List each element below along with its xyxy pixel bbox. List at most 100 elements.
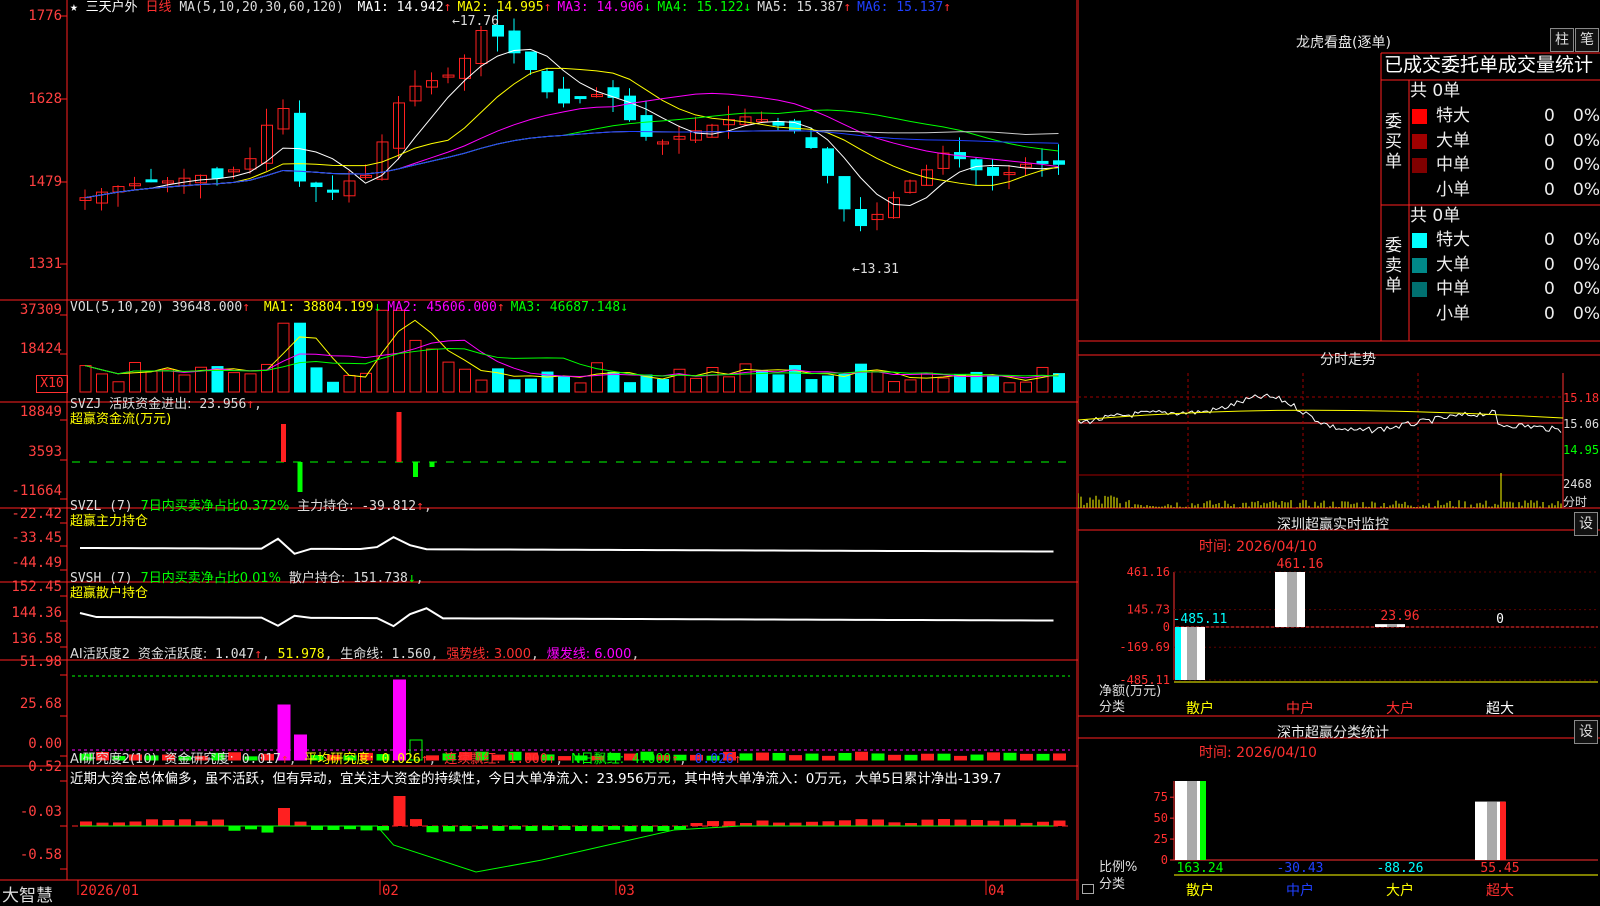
sz-settings-button[interactable]: 设 <box>1574 512 1598 536</box>
sell-row-4: 小单 0 0% <box>1410 302 1600 326</box>
vol-unit-badge[interactable]: X10 <box>36 375 68 393</box>
sell-row-3: 中单 0 0% <box>1410 277 1600 301</box>
research-line <box>80 825 1054 873</box>
research-bar <box>509 826 521 830</box>
volume-bar <box>79 365 92 393</box>
svzj-tick-3: -11664 <box>11 483 62 499</box>
candle-body <box>211 168 224 179</box>
date-tick-3: 03 <box>618 883 635 899</box>
cls-bar-shade <box>1487 801 1497 860</box>
volume-bar <box>475 379 488 393</box>
ai2-tick-2: 25.68 <box>19 696 62 712</box>
intraday-tick-1: 15.18 <box>1563 391 1600 405</box>
vol-ma-line-1 <box>84 319 1059 381</box>
legend-swatch-icon <box>1412 158 1427 173</box>
buy-name: 中单 <box>1436 155 1470 175</box>
vol-arrow: ↑ <box>242 300 251 315</box>
intraday-title: 分时走势 <box>1320 352 1376 368</box>
volume-bar <box>706 366 719 393</box>
volume-bar <box>954 374 966 393</box>
ai2-value: 1.047 <box>215 647 255 662</box>
price-tick-3: 1479 <box>28 174 62 190</box>
activity-bar <box>822 755 835 761</box>
stock-name[interactable]: 三天户外 <box>86 0 138 15</box>
research-bar <box>756 820 769 826</box>
research-bar <box>624 826 637 832</box>
activity-bar <box>739 753 753 761</box>
svsh-tick-2: 144.36 <box>11 605 62 621</box>
svsh-code: SVSH (7) <box>70 571 133 586</box>
research-bar <box>773 822 785 826</box>
research-bar <box>525 826 538 831</box>
research-bar <box>608 826 620 830</box>
research-bar <box>261 826 274 833</box>
svzl-arrow: ↑ <box>416 499 424 514</box>
volume-bar <box>244 373 257 393</box>
air-tick-2: -0.03 <box>19 804 62 820</box>
svzl-tick-2: -33.45 <box>11 530 62 546</box>
research-bar <box>591 826 604 832</box>
svsh-line <box>79 607 1054 628</box>
activity-bar <box>1003 752 1017 761</box>
activity-bar <box>871 753 885 761</box>
period-label[interactable]: 日线 <box>146 0 172 15</box>
buy-row-1: 特大 0 0% <box>1410 104 1600 128</box>
ai2-life: 1.560 <box>391 647 431 662</box>
air-l2: 平均研究度: <box>304 752 374 767</box>
volume-bar <box>822 375 834 393</box>
volume-bar <box>112 381 125 393</box>
sell-value: 0 <box>1544 254 1555 275</box>
candle-body <box>838 176 851 210</box>
svsh-header: SVSH (7) 7日内买卖净占比0.01% 散户持仓: 151.738↓, <box>70 571 424 586</box>
volume-bar <box>987 375 999 393</box>
research-bar <box>393 796 406 826</box>
date-tick-1: 2026/01 <box>80 883 140 899</box>
sell-name: 中单 <box>1436 279 1470 299</box>
tick-mode-button[interactable]: 笔 <box>1575 28 1599 52</box>
research-bar <box>179 819 191 826</box>
research-bar <box>195 821 208 826</box>
cls-category-label: 超大 <box>1486 883 1514 899</box>
volume-bar <box>838 373 851 393</box>
ma-value-4: MA4: 15.122↓ <box>657 0 752 15</box>
svzj-code: SVZJ <box>70 397 102 412</box>
buy-total: 共 0单 <box>1410 81 1461 101</box>
volume-bar <box>228 372 240 393</box>
price-tick-4: 1331 <box>28 256 62 272</box>
research-bar <box>129 821 142 826</box>
air-tick-3: -0.58 <box>19 847 62 863</box>
sell-value: 0 <box>1544 230 1555 250</box>
research-bar <box>954 819 967 826</box>
volume-bar <box>772 374 785 393</box>
sz-category-label: 中户 <box>1286 700 1314 717</box>
sz-tick-label: 145.73 <box>1127 603 1170 617</box>
candle-body <box>508 30 521 54</box>
activity-bar <box>970 754 984 761</box>
volume-bar <box>426 348 438 393</box>
research-bar <box>311 826 323 830</box>
research-bar <box>1037 821 1049 826</box>
research-bar <box>410 819 422 826</box>
date-tick-2: 02 <box>382 883 399 899</box>
buy-order-label: 委买单 <box>1385 112 1402 172</box>
sell-percent: 0% <box>1573 303 1600 324</box>
buy-value: 0 <box>1544 179 1555 200</box>
ma-header: ★ 三天户外 日线 MA(5,10,20,30,60,120) MA1: 14.… <box>70 0 951 16</box>
bar-mode-button[interactable]: 柱 <box>1550 28 1574 52</box>
cls-settings-button[interactable]: 设 <box>1574 720 1598 744</box>
sz-value-label: 23.96 <box>1380 609 1419 624</box>
candle-body <box>525 51 537 71</box>
sell-value: 0 <box>1544 303 1555 324</box>
svzj-bar <box>429 462 435 467</box>
research-bar <box>113 822 125 826</box>
vol-value: 39648.000 <box>171 300 243 315</box>
volume-bar <box>904 379 917 393</box>
sell-value: 0 <box>1544 279 1555 299</box>
volume-bar <box>888 381 900 393</box>
cls-bar-edge <box>1500 801 1506 860</box>
volume-bar <box>739 363 752 393</box>
buy-row-2: 大单 0 0% <box>1410 129 1600 153</box>
legend-swatch-icon <box>1412 233 1427 248</box>
sz-value-label: 0 <box>1496 612 1504 627</box>
vol-ma-values: MA1: 38804.199↓ MA2: 45606.000↑ MA3: 46687… <box>258 300 628 315</box>
